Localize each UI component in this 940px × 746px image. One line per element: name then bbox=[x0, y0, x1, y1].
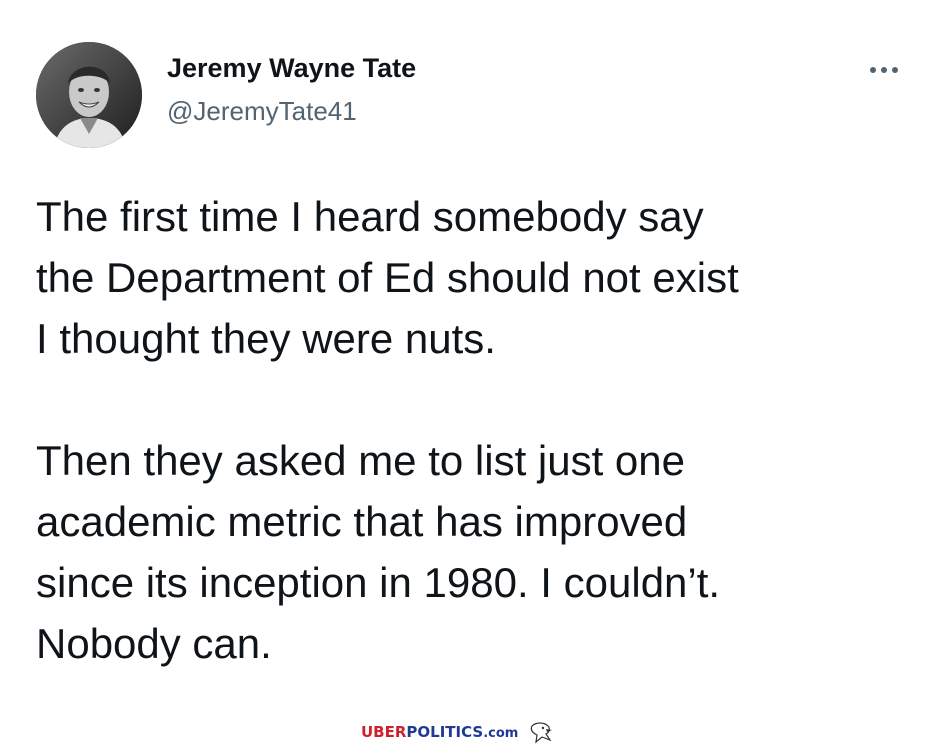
author-name[interactable]: Jeremy Wayne Tate bbox=[167, 53, 416, 84]
watermark-uber: UBER bbox=[361, 723, 407, 741]
more-horizontal-icon bbox=[892, 67, 898, 73]
tweet-text: The first time I heard somebody say the … bbox=[36, 186, 916, 674]
watermark: UBERPOLITICS.com bbox=[361, 720, 554, 744]
author-handle[interactable]: @JeremyTate41 bbox=[167, 96, 357, 127]
watermark-politics: POLITICS bbox=[406, 723, 484, 741]
eagle-icon bbox=[531, 722, 553, 744]
more-horizontal-icon bbox=[870, 67, 876, 73]
watermark-text: UBERPOLITICS.com bbox=[361, 723, 518, 741]
more-horizontal-icon bbox=[881, 67, 887, 73]
tweet-paragraph: The first time I heard somebody say the … bbox=[36, 193, 739, 362]
watermark-com: .com bbox=[483, 726, 519, 741]
tweet-card: Jeremy Wayne Tate @JeremyTate41 The firs… bbox=[0, 0, 940, 746]
avatar-photo bbox=[36, 42, 142, 148]
avatar[interactable] bbox=[36, 42, 142, 148]
tweet-paragraph: Then they asked me to list just one acad… bbox=[36, 437, 721, 667]
more-options-button[interactable] bbox=[860, 56, 908, 84]
